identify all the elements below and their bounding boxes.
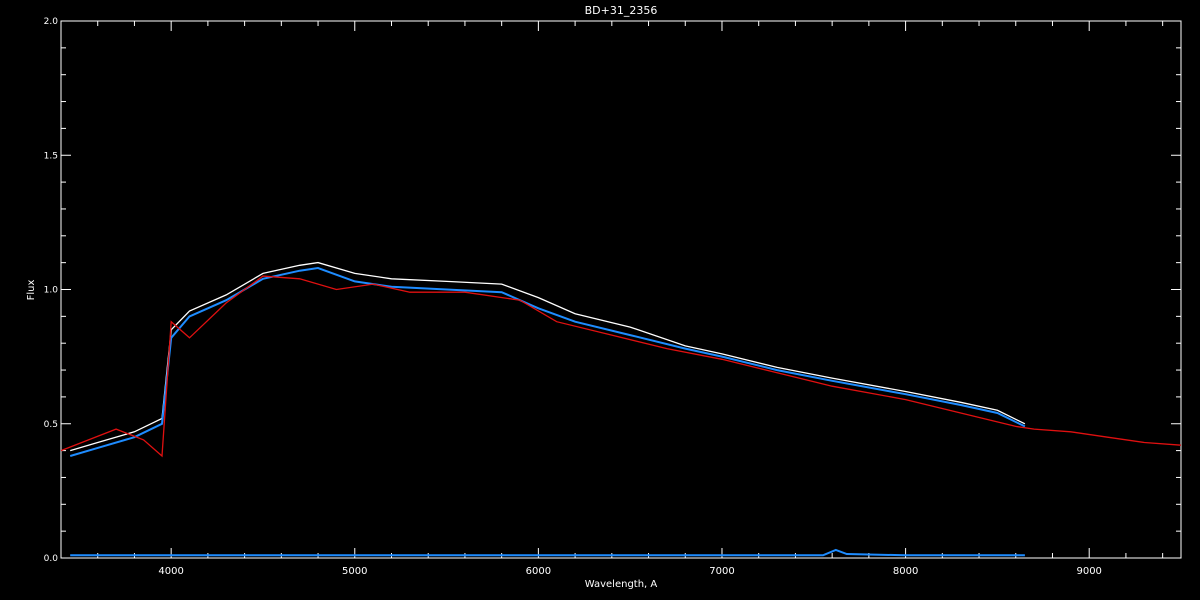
x-axis-label: Wavelength, A xyxy=(585,579,658,590)
y-tick-label: 2.0 xyxy=(44,17,59,27)
spectrum-chart: BD+31_2356 Wavelength, A Flux 4000 5000 60… xyxy=(26,4,1182,590)
y-tick-label: 1.5 xyxy=(44,151,58,161)
y-tick-label: 0.5 xyxy=(44,420,58,430)
series-group xyxy=(60,261,1182,557)
y-tick-label: 1.0 xyxy=(44,286,59,296)
chart-window: BD+31_2356 Wavelength, A Flux 4000 5000 60… xyxy=(0,0,1200,600)
series-line-blue-1 xyxy=(69,266,1026,457)
x-tick-label: 6000 xyxy=(526,566,551,577)
series-line-white-0 xyxy=(70,261,1026,452)
y-axis-label: Flux xyxy=(26,280,37,301)
x-tick-label: 9000 xyxy=(1076,566,1101,577)
x-tick-label: 5000 xyxy=(342,566,367,577)
x-tick-label: 4000 xyxy=(158,566,183,577)
plot-frame xyxy=(60,20,1182,559)
series-line-red-2 xyxy=(60,275,1182,458)
y-tick-label: 0.0 xyxy=(44,554,59,564)
x-tick-label: 8000 xyxy=(893,566,918,577)
chart-title: BD+31_2356 xyxy=(585,4,658,17)
series-line-blue-3 xyxy=(70,548,1025,557)
x-tick-label: 7000 xyxy=(709,566,734,577)
axis-ticks: 4000 5000 6000 7000 8000 9000 0.0 0.5 1.0 1.5 2.0 xyxy=(44,17,1181,577)
